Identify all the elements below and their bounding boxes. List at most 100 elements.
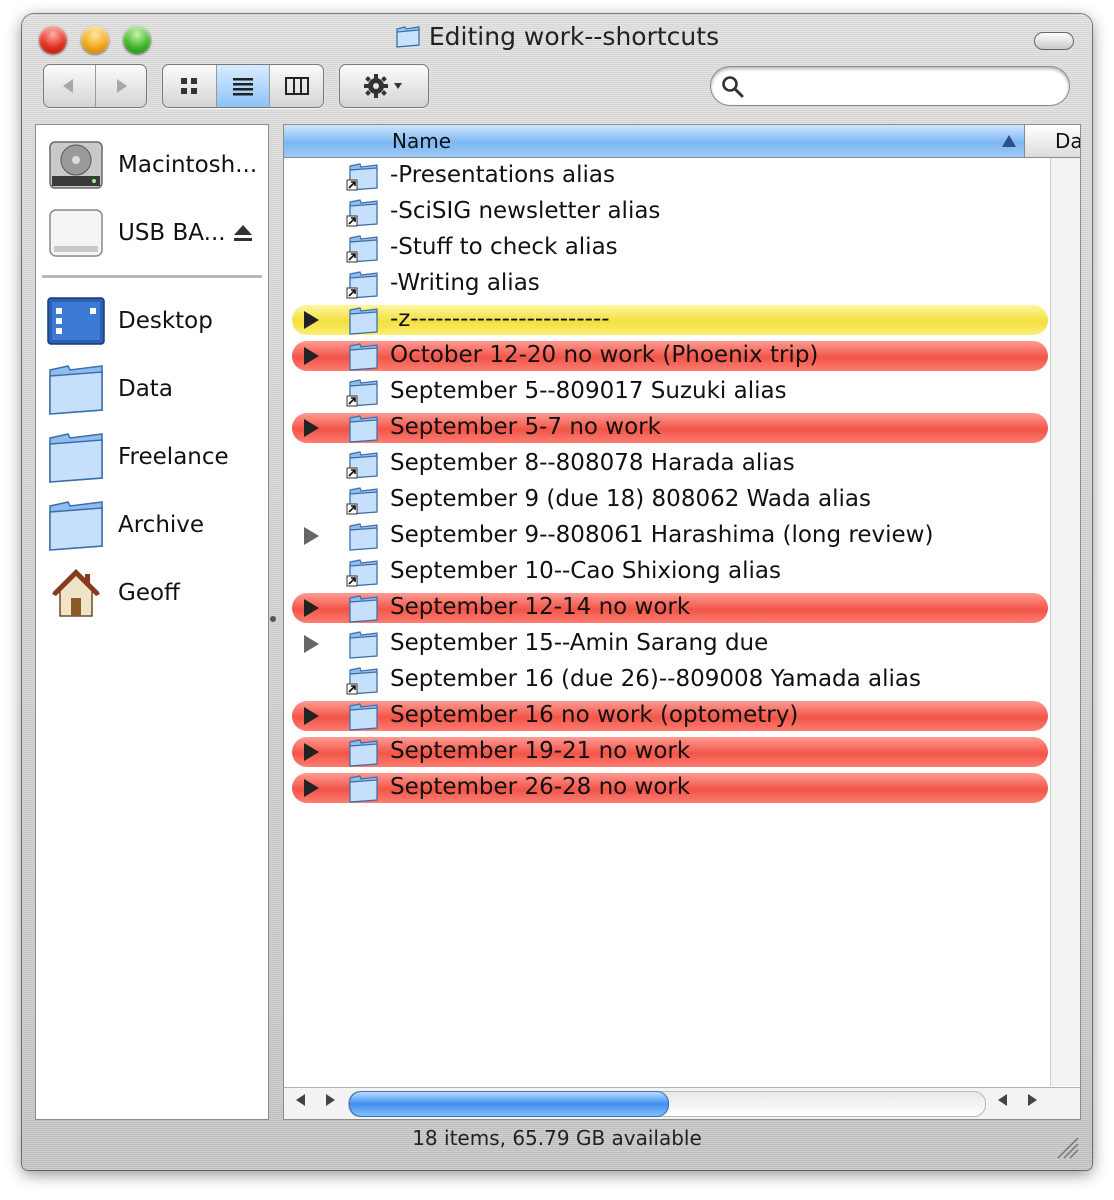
sidebar-item-data[interactable]: Data [46, 359, 173, 419]
scroll-left-arrow-icon[interactable] [296, 1094, 305, 1106]
sidebar-divider [42, 275, 262, 278]
search-icon [722, 76, 744, 98]
window-title: Editing work--shortcuts [22, 22, 1092, 51]
sidebar-item-usb[interactable]: USB BA... [46, 203, 226, 263]
list-view-icon [233, 78, 253, 96]
disclosure-triangle-icon[interactable] [304, 527, 319, 545]
list-row[interactable]: September 26-28 no work [292, 773, 1048, 803]
list-row[interactable]: September 16 no work (optometry) [292, 701, 1048, 731]
disclosure-triangle-icon[interactable] [304, 635, 319, 653]
folder-icon [49, 365, 103, 415]
column-header-label: Da [1055, 129, 1081, 153]
action-button-inner[interactable] [340, 65, 428, 107]
home-icon [52, 568, 100, 617]
sidebar-item-archive[interactable]: Archive [46, 495, 204, 555]
folder-alias-icon [346, 161, 380, 191]
list-row[interactable]: September 16 (due 26)--809008 Yamada ali… [292, 665, 1048, 695]
list-row[interactable]: -Stuff to check alias [292, 233, 1048, 263]
disclosure-triangle-icon[interactable] [304, 311, 319, 329]
eject-icon[interactable] [232, 223, 254, 243]
desktop-icon [47, 297, 105, 345]
column-view-button[interactable] [270, 65, 323, 107]
list-row[interactable]: September 5--809017 Suzuki alias [292, 377, 1048, 407]
column-header-date[interactable]: Da [1025, 125, 1080, 157]
finder-window: Editing work--shortcuts Macintosh... USB… [22, 14, 1092, 1170]
column-header-label: Name [392, 129, 452, 153]
list-row[interactable]: September 8--808078 Harada alias [292, 449, 1048, 479]
disclosure-triangle-icon[interactable] [304, 599, 319, 617]
row-name: September 16 no work (optometry) [390, 702, 799, 728]
folder-alias-icon [346, 269, 380, 299]
search-input[interactable] [753, 73, 1057, 99]
row-name: September 15--Amin Sarang due [390, 630, 769, 656]
forward-button[interactable] [96, 65, 147, 107]
back-button[interactable] [44, 65, 96, 107]
sidebar-item-label: Desktop [118, 308, 213, 334]
sidebar-item-geoff[interactable]: Geoff [46, 563, 180, 623]
sidebar-item-desktop[interactable]: Desktop [46, 291, 213, 351]
disclosure-triangle-icon[interactable] [304, 419, 319, 437]
scroll-track[interactable] [348, 1091, 986, 1117]
disclosure-triangle-icon[interactable] [304, 779, 319, 797]
usb-drive-icon [49, 209, 103, 257]
sidebar-item-label: Macintosh... [118, 152, 258, 178]
splitter-handle[interactable] [270, 616, 276, 622]
folder-icon [346, 773, 380, 803]
disclosure-triangle-icon[interactable] [304, 707, 319, 725]
sidebar-item-macintosh[interactable]: Macintosh... [46, 135, 257, 195]
list-row[interactable]: -SciSIG newsletter alias [292, 197, 1048, 227]
folder-icon [396, 26, 420, 48]
vertical-scrollbar[interactable] [1050, 158, 1080, 1086]
action-menu-button[interactable] [339, 64, 429, 108]
search-field[interactable] [710, 66, 1070, 106]
row-name: -Writing alias [390, 270, 540, 296]
sidebar-item-label: Geoff [118, 580, 180, 606]
list-row[interactable]: September 5-7 no work [292, 413, 1048, 443]
horizontal-scrollbar[interactable] [284, 1087, 1080, 1119]
resize-grip-icon[interactable] [1052, 1132, 1080, 1160]
gear-icon [364, 74, 402, 98]
scroll-thumb[interactable] [349, 1091, 669, 1117]
list-row[interactable]: September 12-14 no work [292, 593, 1048, 623]
sidebar-item-label: Freelance [118, 444, 229, 470]
list-view-button[interactable] [216, 65, 271, 107]
list-row[interactable]: -Writing alias [292, 269, 1048, 299]
icon-view-button[interactable] [163, 65, 217, 107]
nav-button-group [43, 64, 147, 108]
list-header: Name Da [284, 125, 1080, 158]
list-row[interactable]: September 10--Cao Shixiong alias [292, 557, 1048, 587]
row-name: -Stuff to check alias [390, 234, 618, 260]
list-row[interactable]: October 12-20 no work (Phoenix trip) [292, 341, 1048, 371]
status-bar: 18 items, 65.79 GB available [412, 1126, 702, 1150]
sidebar-item-label: USB BA... [118, 220, 226, 246]
row-name: September 19-21 no work [390, 738, 691, 764]
column-header-name[interactable]: Name [284, 125, 1025, 157]
scroll-right-arrow-icon[interactable] [326, 1094, 335, 1106]
forward-arrow-icon [116, 79, 127, 93]
row-name: -Presentations alias [390, 162, 615, 188]
toolbar-toggle-button[interactable] [1034, 32, 1074, 50]
row-name: September 12-14 no work [390, 594, 691, 620]
list-row[interactable]: -z------------------------ [292, 305, 1048, 335]
folder-icon [346, 737, 380, 767]
list-row[interactable]: September 9--808061 Harashima (long revi… [292, 521, 1048, 551]
list-row[interactable]: September 15--Amin Sarang due [292, 629, 1048, 659]
row-name: September 5-7 no work [390, 414, 661, 440]
folder-icon [49, 433, 103, 483]
row-name: September 10--Cao Shixiong alias [390, 558, 781, 584]
folder-alias-icon [346, 665, 380, 695]
row-name: -z------------------------ [390, 306, 610, 332]
column-view-icon [284, 77, 309, 95]
folder-alias-icon [346, 557, 380, 587]
scroll-right-arrow-icon[interactable] [1028, 1094, 1037, 1106]
list-row[interactable]: September 9 (due 18) 808062 Wada alias [292, 485, 1048, 515]
disclosure-triangle-icon[interactable] [304, 743, 319, 761]
list-row[interactable]: September 19-21 no work [292, 737, 1048, 767]
list-row[interactable]: -Presentations alias [292, 161, 1048, 191]
disclosure-triangle-icon[interactable] [304, 347, 319, 365]
sidebar-item-freelance[interactable]: Freelance [46, 427, 229, 487]
folder-icon [346, 521, 380, 551]
row-name: September 5--809017 Suzuki alias [390, 378, 787, 404]
sidebar-item-label: Archive [118, 512, 205, 538]
scroll-left-arrow-icon[interactable] [998, 1094, 1007, 1106]
